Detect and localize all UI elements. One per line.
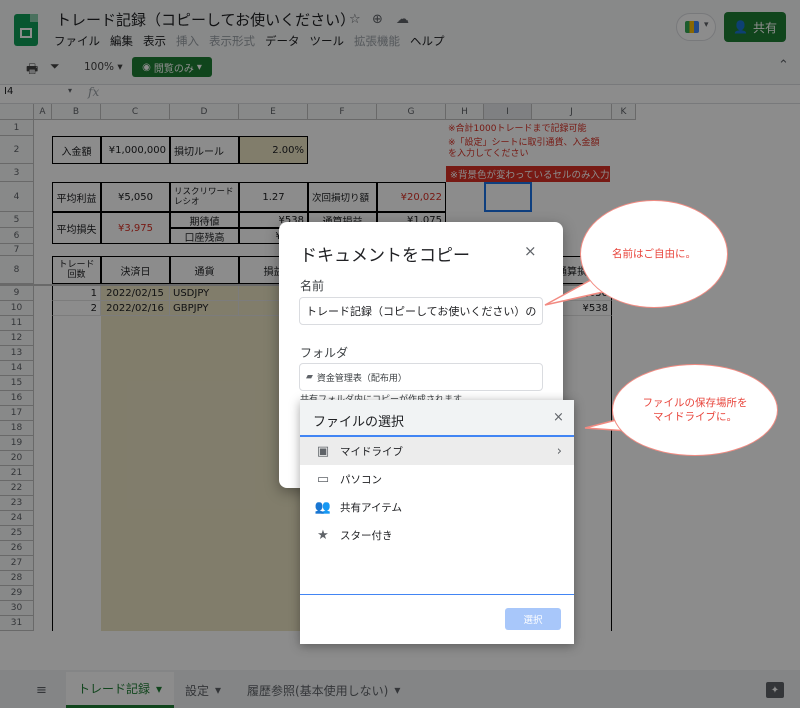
star-icon: ★ [317, 527, 329, 543]
picker-item-label: 共有アイテム [340, 501, 402, 514]
select-button[interactable]: 選択 [505, 608, 561, 630]
folder-selector[interactable]: ▰ 資金管理表（配布用） [299, 363, 543, 391]
people-icon: 👥 [314, 499, 332, 515]
picker-item-my-drive[interactable]: ▣ マイドライブ › [300, 437, 574, 465]
name-input[interactable]: トレード記録（コピーしてお使いください）の [299, 297, 543, 325]
drive-icon: ▣ [316, 443, 330, 459]
close-icon[interactable]: × [524, 242, 537, 260]
shared-folder-icon: ▰ [306, 372, 313, 382]
file-picker-title: ファイルの選択 [313, 415, 405, 430]
close-icon[interactable]: × [553, 410, 564, 425]
picker-item-computers[interactable]: ▭ パソコン [300, 465, 574, 493]
picker-item-label: マイドライブ [340, 445, 403, 458]
computer-icon: ▭ [316, 471, 330, 487]
picker-item-starred[interactable]: ★ スター付き [300, 521, 574, 549]
name-label: 名前 [300, 279, 325, 293]
dialog-title: ドキュメントをコピー [300, 246, 470, 266]
folder-label: フォルダ [300, 346, 349, 360]
callout-location: ファイルの保存場所を マイドライブに。 [612, 364, 778, 456]
picker-item-shared[interactable]: 👥 共有アイテム [300, 493, 574, 521]
picker-item-label: スター付き [340, 529, 393, 542]
picker-item-label: パソコン [340, 473, 382, 486]
folder-name: 資金管理表（配布用） [316, 373, 407, 384]
picker-divider [300, 594, 574, 595]
chevron-right-icon: › [556, 443, 562, 459]
callout-name: 名前はご自由に。 [580, 200, 728, 308]
